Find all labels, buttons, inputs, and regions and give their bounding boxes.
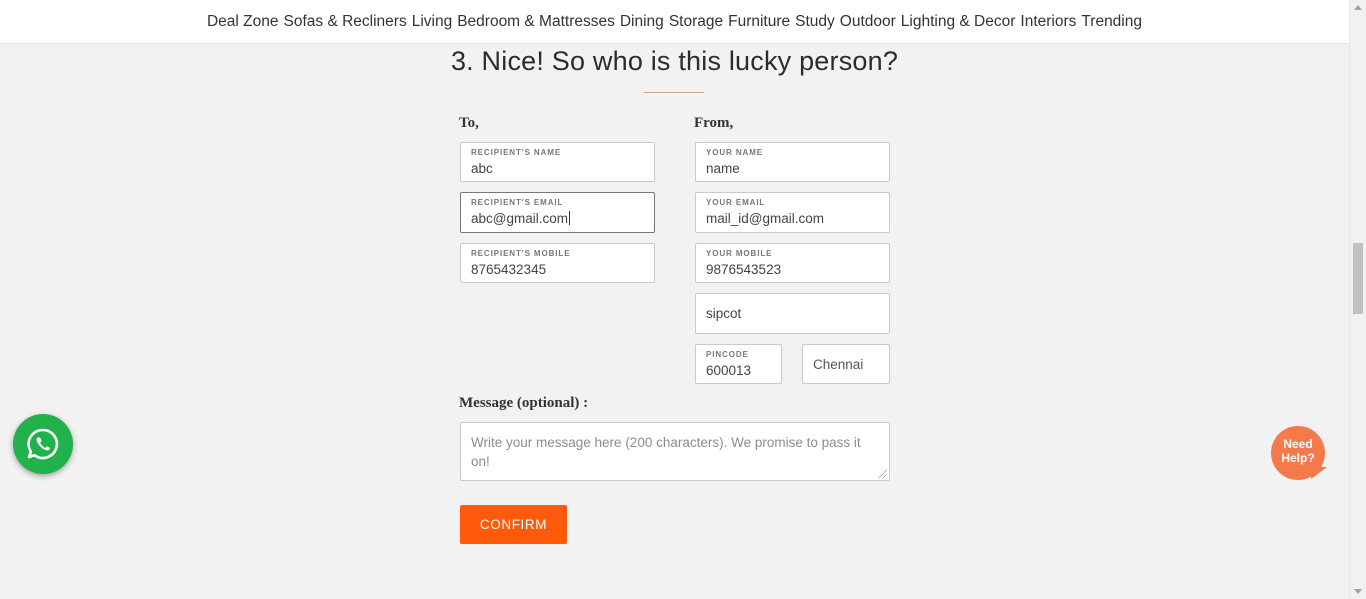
nav-item-living[interactable]: Living bbox=[412, 13, 453, 31]
whatsapp-icon bbox=[27, 428, 59, 460]
recipient-mobile-label: RECIPIENT'S MOBILE bbox=[471, 249, 571, 258]
confirm-button[interactable]: CONFIRM bbox=[460, 505, 567, 544]
to-label: To, bbox=[459, 115, 479, 131]
pincode-value: 600013 bbox=[706, 363, 752, 378]
your-email-label: YOUR EMAIL bbox=[706, 198, 766, 207]
nav-item-lighting-decor[interactable]: Lighting & Decor bbox=[901, 13, 1016, 31]
recipient-mobile-value: 8765432345 bbox=[471, 262, 547, 277]
message-textarea[interactable]: Write your message here (200 characters)… bbox=[460, 422, 890, 481]
nav-item-storage[interactable]: Storage bbox=[669, 13, 723, 31]
page-scrollbar[interactable] bbox=[1349, 0, 1366, 599]
text-caret bbox=[569, 211, 570, 225]
your-name-field[interactable]: YOUR NAME name bbox=[695, 142, 890, 182]
need-help-button[interactable]: Need Help? bbox=[1271, 426, 1327, 481]
address-field[interactable]: sipcot bbox=[695, 293, 890, 334]
your-mobile-value: 9876543523 bbox=[706, 262, 782, 277]
help-text-line2: Help? bbox=[1281, 451, 1315, 465]
scrollbar-thumb[interactable] bbox=[1353, 243, 1363, 314]
recipient-email-value: abc@gmail.com bbox=[471, 211, 568, 226]
nav-item-outdoor[interactable]: Outdoor bbox=[840, 13, 896, 31]
nav-item-furniture[interactable]: Furniture bbox=[728, 13, 790, 31]
city-field[interactable]: Chennai bbox=[802, 344, 890, 384]
nav-item-sofas-recliners[interactable]: Sofas & Recliners bbox=[284, 13, 407, 31]
scroll-down-icon[interactable] bbox=[1354, 589, 1362, 594]
recipient-name-label: RECIPIENT'S NAME bbox=[471, 148, 562, 157]
recipient-mobile-field[interactable]: RECIPIENT'S MOBILE 8765432345 bbox=[460, 243, 655, 283]
your-mobile-field[interactable]: YOUR MOBILE 9876543523 bbox=[695, 243, 890, 283]
your-mobile-label: YOUR MOBILE bbox=[706, 249, 773, 258]
nav-item-deal-zone[interactable]: Deal Zone bbox=[207, 13, 279, 31]
your-email-field[interactable]: YOUR EMAIL mail_id@gmail.com bbox=[695, 192, 890, 233]
your-name-label: YOUR NAME bbox=[706, 148, 763, 157]
recipient-name-field[interactable]: RECIPIENT'S NAME abc bbox=[460, 142, 655, 182]
whatsapp-button[interactable] bbox=[13, 414, 73, 474]
pincode-field[interactable]: PINCODE 600013 bbox=[695, 344, 782, 384]
scroll-up-icon[interactable] bbox=[1354, 5, 1362, 10]
from-label: From, bbox=[694, 115, 734, 131]
resize-grip-icon[interactable] bbox=[879, 470, 887, 478]
your-name-value: name bbox=[706, 161, 740, 176]
nav-item-bedroom-mattresses[interactable]: Bedroom & Mattresses bbox=[457, 13, 615, 31]
category-nav: Deal Zone Sofas & Recliners Living Bedro… bbox=[0, 0, 1349, 44]
section-heading: 3. Nice! So who is this lucky person? bbox=[450, 46, 899, 76]
address-value: sipcot bbox=[706, 306, 742, 321]
message-label: Message (optional) : bbox=[459, 395, 589, 411]
recipient-name-value: abc bbox=[471, 161, 493, 176]
pincode-label: PINCODE bbox=[706, 350, 749, 359]
your-email-value: mail_id@gmail.com bbox=[706, 211, 824, 226]
help-text-line1: Need bbox=[1283, 437, 1313, 451]
heading-underline bbox=[644, 92, 704, 93]
city-value: Chennai bbox=[813, 357, 864, 372]
recipient-email-field[interactable]: RECIPIENT'S EMAIL abc@gmail.com bbox=[460, 192, 655, 233]
nav-item-trending[interactable]: Trending bbox=[1081, 13, 1142, 31]
nav-item-study[interactable]: Study bbox=[795, 13, 835, 31]
message-placeholder: Write your message here (200 characters)… bbox=[471, 435, 861, 469]
nav-item-dining[interactable]: Dining bbox=[620, 13, 664, 31]
nav-item-interiors[interactable]: Interiors bbox=[1020, 13, 1076, 31]
recipient-email-label: RECIPIENT'S EMAIL bbox=[471, 198, 564, 207]
